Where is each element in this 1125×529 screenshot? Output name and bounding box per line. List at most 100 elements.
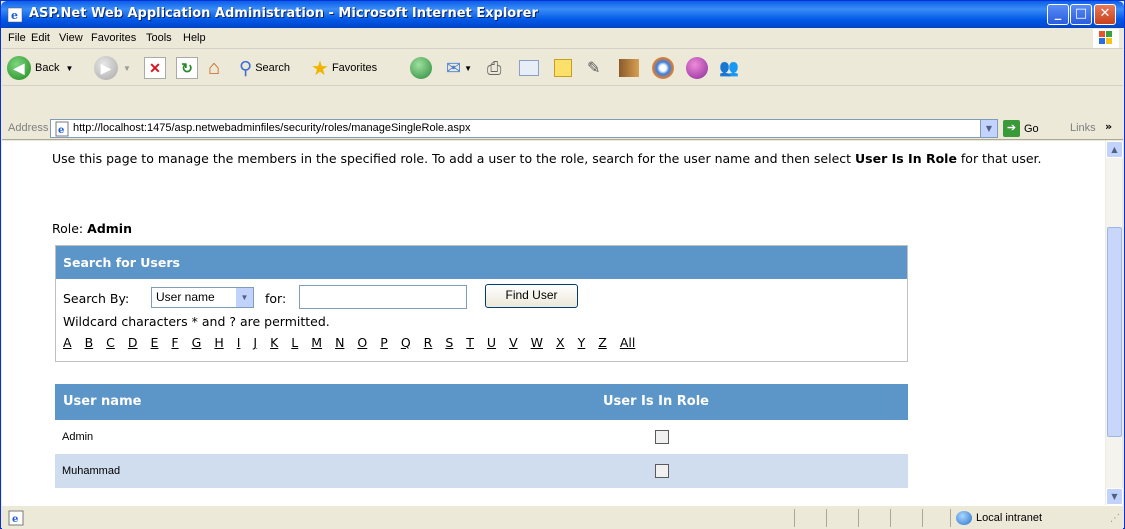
search-by-select[interactable]: User name ▼ [151, 287, 254, 308]
print-icon: ⎙ [487, 57, 502, 78]
find-user-button[interactable]: Find User [485, 284, 578, 308]
menu-tools[interactable]: Tools [146, 32, 172, 44]
status-segment [826, 509, 858, 527]
minimize-button[interactable]: _ [1047, 4, 1069, 25]
window-title: ASP.Net Web Application Administration -… [29, 6, 538, 21]
scroll-thumb[interactable] [1107, 227, 1122, 437]
letter-link[interactable]: L [291, 335, 298, 350]
zone-label: Local intranet [976, 512, 1043, 524]
letter-link[interactable]: R [424, 335, 433, 350]
search-input[interactable] [299, 285, 467, 309]
menu-help[interactable]: Help [183, 32, 206, 44]
close-button[interactable]: ✕ [1094, 4, 1116, 25]
svg-text:e: e [11, 9, 18, 22]
note-button[interactable] [554, 55, 572, 81]
letter-link[interactable]: A [63, 335, 72, 350]
letter-link[interactable]: J [253, 335, 257, 350]
intranet-globe-icon [956, 511, 972, 525]
vertical-scrollbar[interactable]: ▲ ▼ [1105, 141, 1123, 505]
letter-link[interactable]: I [237, 335, 241, 350]
messenger-button[interactable] [686, 55, 708, 81]
resize-grip-icon[interactable]: ⋰ [1110, 513, 1120, 524]
in-role-checkbox[interactable] [655, 430, 669, 444]
menu-favorites[interactable]: Favorites [91, 32, 136, 44]
letter-link[interactable]: P [380, 335, 388, 350]
letter-link[interactable]: Q [401, 335, 411, 350]
letter-link[interactable]: N [335, 335, 344, 350]
maximize-button[interactable]: □ [1070, 4, 1092, 25]
back-label: Back [35, 62, 60, 74]
letter-link[interactable]: B [85, 335, 94, 350]
menu-edit[interactable]: Edit [31, 32, 50, 44]
mail-button[interactable]: ✉ ▼ [446, 55, 472, 81]
letter-link[interactable]: K [270, 335, 278, 350]
letter-link[interactable]: T [466, 335, 474, 350]
menu-view[interactable]: View [59, 32, 83, 44]
intro-text-bold: User Is In Role [855, 151, 957, 166]
address-url: http://localhost:1475/asp.netwebadminfil… [73, 122, 471, 134]
search-icon: ⚲ [239, 57, 253, 78]
chevron-down-icon: ▼ [464, 63, 473, 73]
letter-link[interactable]: W [531, 335, 543, 350]
role-line: Role: Admin [52, 221, 132, 236]
letter-link[interactable]: E [151, 335, 159, 350]
svg-text:e: e [58, 125, 64, 136]
search-panel-body: Search By: User name ▼ for: Find User Wi… [56, 279, 907, 361]
media-icon [619, 59, 639, 77]
stop-button[interactable]: ✕ [144, 55, 166, 81]
table-row: Admin [55, 420, 908, 454]
letter-link[interactable]: V [509, 335, 518, 350]
letter-link[interactable]: H [214, 335, 223, 350]
letter-link[interactable]: G [192, 335, 202, 350]
note-icon [554, 59, 572, 77]
scroll-up-icon[interactable]: ▲ [1106, 141, 1123, 158]
research-icon [652, 57, 674, 79]
address-bar: Address e http://localhost:1475/asp.netw… [2, 117, 1123, 140]
menu-file[interactable]: File [8, 32, 26, 44]
go-button[interactable]: ➔ Go [1003, 120, 1039, 137]
refresh-button[interactable]: ↻ [176, 55, 198, 81]
history-button[interactable] [410, 55, 432, 81]
letter-link[interactable]: Z [598, 335, 607, 350]
media-button[interactable] [619, 55, 639, 81]
links-button[interactable]: Links [1070, 122, 1096, 134]
letter-link-all[interactable]: All [620, 335, 636, 350]
letter-link[interactable]: F [171, 335, 178, 350]
tools-button[interactable]: ✎ [587, 55, 600, 81]
search-button[interactable]: ⚲ Search [239, 55, 290, 81]
in-role-checkbox[interactable] [655, 464, 669, 478]
back-button[interactable]: ◀ Back ▼ [7, 55, 73, 81]
contacts-button[interactable]: 👥 [719, 55, 739, 81]
address-dropdown-icon[interactable]: ▼ [980, 120, 997, 137]
address-label: Address [8, 122, 49, 134]
letter-link[interactable]: U [487, 335, 496, 350]
edit-button[interactable] [519, 55, 539, 81]
research-button[interactable] [652, 55, 674, 81]
zone-indicator: Local intranet [956, 511, 1042, 525]
letter-link[interactable]: O [357, 335, 367, 350]
page-viewport: Use this page to manage the members in t… [2, 141, 1105, 505]
letter-link[interactable]: X [556, 335, 565, 350]
role-label: Role: [52, 221, 84, 236]
scroll-down-icon[interactable]: ▼ [1106, 488, 1123, 505]
alphabet-filter: A B C D E F G H I J K L M N O P Q R S T … [63, 335, 635, 350]
forward-button[interactable]: ▶ ▼ [94, 55, 131, 81]
chevron-down-icon[interactable]: ▼ [236, 288, 253, 307]
windows-logo-icon [1093, 29, 1119, 48]
letter-link[interactable]: M [311, 335, 322, 350]
favorites-button[interactable]: ★ Favorites [311, 55, 377, 81]
address-input[interactable]: e http://localhost:1475/asp.netwebadminf… [50, 119, 998, 138]
letter-link[interactable]: D [128, 335, 138, 350]
table-row: Muhammad [55, 454, 908, 488]
svg-text:e: e [12, 514, 18, 525]
print-button[interactable]: ⎙ [487, 55, 501, 81]
toolbar-spacer [2, 87, 1123, 117]
home-button[interactable]: ⌂ [208, 55, 220, 81]
letter-link[interactable]: S [445, 335, 453, 350]
letter-link[interactable]: Y [578, 335, 586, 350]
page-status-icon: e [8, 510, 24, 526]
letter-link[interactable]: C [106, 335, 115, 350]
edit-page-icon [519, 60, 539, 76]
chevron-right-icon[interactable]: » [1105, 120, 1112, 133]
mail-icon: ✉ [446, 57, 462, 78]
